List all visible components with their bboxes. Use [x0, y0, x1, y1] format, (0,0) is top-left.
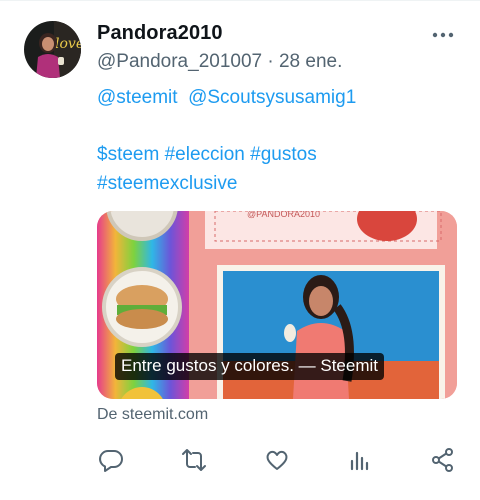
- hashtags-line-1[interactable]: $steem #eleccion #gustos: [97, 140, 356, 169]
- author-name[interactable]: Pandora2010: [97, 22, 223, 45]
- share-icon[interactable]: [430, 447, 456, 473]
- card-source[interactable]: De steemit.com: [97, 406, 208, 424]
- divider: [0, 0, 480, 1]
- tweet-date[interactable]: 28 ene.: [279, 51, 342, 72]
- meta-separator: ·: [267, 51, 274, 72]
- action-bar: [97, 447, 457, 473]
- views-icon[interactable]: [347, 447, 373, 473]
- reply-icon[interactable]: [98, 447, 124, 473]
- avatar[interactable]: love: [24, 21, 81, 78]
- svg-text:love: love: [55, 36, 81, 52]
- tweet[interactable]: love Pandora2010 @Pandora_201007 · 28 en…: [0, 0, 480, 500]
- retweet-icon[interactable]: [181, 447, 207, 473]
- mention-steemit[interactable]: @steemit: [97, 87, 178, 108]
- more-icon[interactable]: [431, 28, 455, 40]
- like-icon[interactable]: [264, 447, 290, 473]
- author-handle[interactable]: @Pandora_201007: [97, 51, 262, 72]
- hashtags-line-2[interactable]: #steemexclusive: [97, 169, 356, 198]
- link-card[interactable]: @PANDORA2010 Entre gustos y colores. — S…: [97, 211, 457, 399]
- card-watermark: @PANDORA2010: [247, 211, 320, 219]
- mention-scouts[interactable]: @Scoutsysusamig1: [188, 87, 356, 108]
- author-meta: @Pandora_201007 · 28 ene.: [97, 51, 342, 73]
- card-caption: Entre gustos y colores. — Steemit: [115, 353, 384, 380]
- tweet-text: @steemit @Scoutsysusamig1 $steem #elecci…: [97, 83, 356, 198]
